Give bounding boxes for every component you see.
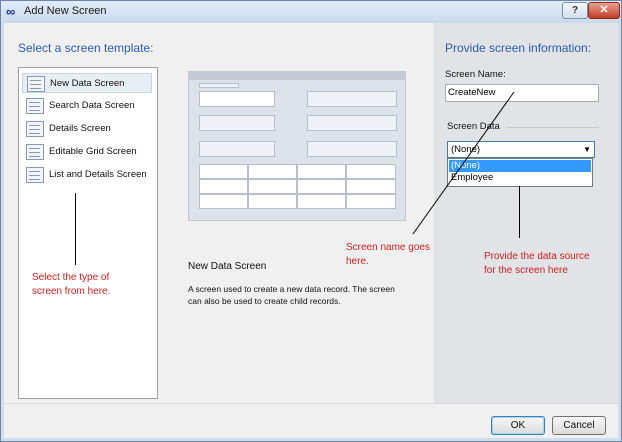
cancel-button[interactable]: Cancel <box>552 416 606 435</box>
dialog-client: Select a screen template: New Data Scree… <box>4 23 618 438</box>
window-title: Add New Screen <box>24 5 107 17</box>
lightswitch-icon: ∞ <box>6 4 16 19</box>
dialog-window: ∞ Add New Screen ? ✕ Select a screen tem… <box>0 0 622 442</box>
help-button[interactable]: ? <box>562 2 588 19</box>
annotation-pointer-diagonal <box>412 91 515 235</box>
dialog-footer: OK Cancel <box>4 403 618 438</box>
title-bar[interactable]: ∞ Add New Screen ? ✕ <box>1 1 621 23</box>
close-button[interactable]: ✕ <box>588 2 620 19</box>
ok-button[interactable]: OK <box>491 416 545 435</box>
